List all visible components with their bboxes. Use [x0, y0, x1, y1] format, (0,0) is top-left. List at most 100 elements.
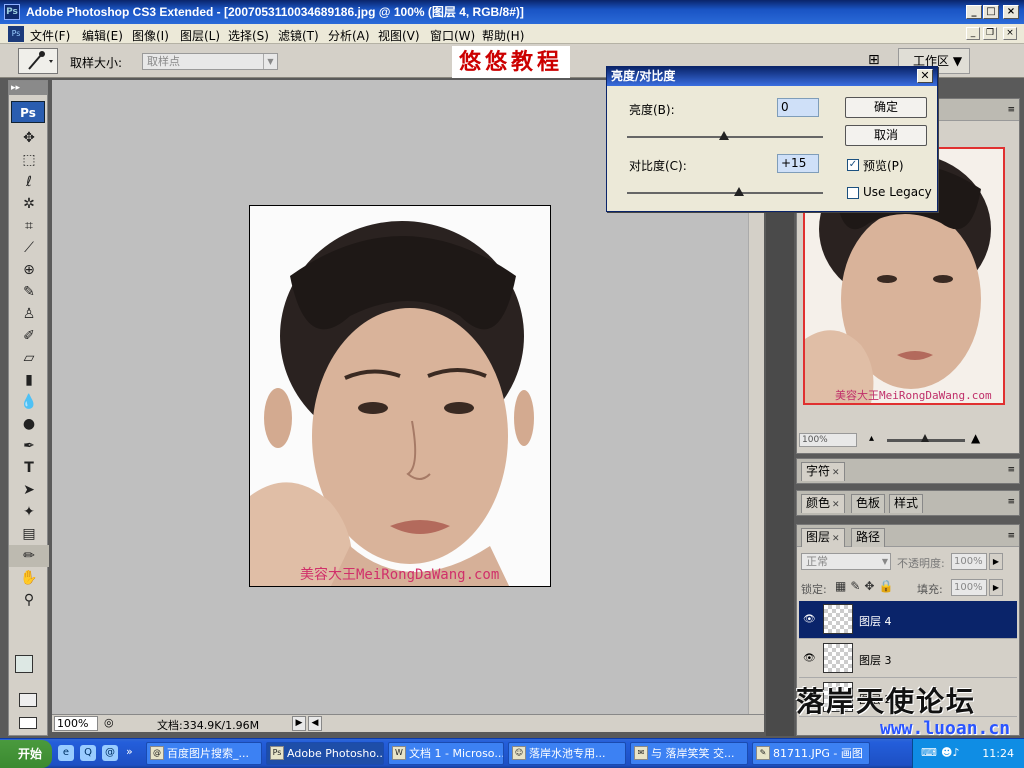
tab-swatches[interactable]: 色板: [851, 494, 886, 513]
cancel-button[interactable]: 取消: [845, 125, 927, 146]
taskbar-item-chat1[interactable]: ☺ 落岸水池专用...: [508, 742, 626, 765]
gradient-tool-icon[interactable]: ▮: [9, 369, 49, 391]
taskbar-item-word[interactable]: W 文档 1 - Microso...: [388, 742, 504, 765]
panel-menu-icon[interactable]: ≡: [1007, 105, 1015, 115]
navigator-slider-knob[interactable]: [921, 434, 929, 442]
dialog-title-bar[interactable]: 亮度/对比度 ✕: [607, 67, 937, 86]
minimize-button[interactable]: _: [966, 5, 982, 19]
ps-document-icon[interactable]: Ps: [8, 26, 24, 42]
dialog-close-button[interactable]: ✕: [917, 69, 933, 83]
layer-row[interactable]: 👁 图层 3: [799, 640, 1017, 678]
browser-icon[interactable]: @: [102, 745, 118, 761]
maximize-button[interactable]: □: [983, 5, 999, 19]
tab-styles[interactable]: 样式: [889, 494, 924, 513]
taskbar-item-photoshop[interactable]: Ps Adobe Photosho...: [266, 742, 384, 765]
doc-close-button[interactable]: ×: [1003, 27, 1017, 40]
pen-tool-icon[interactable]: ✒: [9, 435, 49, 457]
close-button[interactable]: ×: [1003, 5, 1019, 19]
doc-restore-button[interactable]: ❐: [983, 27, 997, 40]
tab-paths[interactable]: 路径: [851, 528, 886, 547]
eye-icon[interactable]: 👁: [803, 614, 816, 625]
crop-tool-icon[interactable]: ⌗: [9, 215, 49, 237]
blur-tool-icon[interactable]: 💧: [9, 391, 49, 413]
status-info-icon[interactable]: ◎: [104, 716, 114, 729]
contrast-slider-knob[interactable]: [734, 187, 744, 196]
close-icon[interactable]: ✕: [832, 500, 840, 510]
blend-mode-select[interactable]: 正常 ▼: [801, 553, 891, 570]
fill-arrow-icon[interactable]: ▶: [989, 579, 1003, 596]
close-icon[interactable]: ✕: [832, 468, 840, 478]
menu-help[interactable]: 帮助(H): [482, 27, 524, 44]
menu-layer[interactable]: 图层(L): [180, 27, 220, 44]
quick-mask-icon[interactable]: [19, 693, 37, 707]
path-select-tool-icon[interactable]: ➤: [9, 479, 49, 501]
menu-window[interactable]: 窗口(W): [430, 27, 475, 44]
qq-icon[interactable]: Q: [80, 745, 96, 761]
taskbar-item-baidu[interactable]: @ 百度图片搜索_...: [146, 742, 262, 765]
notes-tool-icon[interactable]: ▤: [9, 523, 49, 545]
brightness-slider-knob[interactable]: [719, 131, 729, 140]
eyedropper-tool-icon[interactable]: ✏: [9, 545, 49, 567]
navigator-zoom-field[interactable]: 100%: [799, 433, 857, 447]
panel-menu-icon[interactable]: ≡: [1007, 465, 1015, 475]
tab-character[interactable]: 字符 ✕: [801, 462, 845, 481]
panel-menu-icon[interactable]: ≡: [1007, 497, 1015, 507]
tab-layers[interactable]: 图层 ✕: [801, 528, 845, 547]
menu-filter[interactable]: 滤镜(T): [278, 27, 319, 44]
contrast-slider[interactable]: [627, 192, 823, 194]
tray-icons[interactable]: ☻♪: [941, 746, 960, 759]
taskbar-item-paint[interactable]: ✎ 81711.JPG - 画图: [752, 742, 870, 765]
layer-row[interactable]: 👁 图层 4: [799, 601, 1017, 639]
brush-tool-icon[interactable]: ✎: [9, 281, 49, 303]
opacity-arrow-icon[interactable]: ▶: [989, 553, 1003, 570]
menu-analysis[interactable]: 分析(A): [328, 27, 370, 44]
preview-checkbox[interactable]: ✓: [847, 159, 859, 171]
lasso-tool-icon[interactable]: ℓ: [9, 171, 49, 193]
magic-wand-tool-icon[interactable]: ✲: [9, 193, 49, 215]
doc-minimize-button[interactable]: _: [966, 27, 980, 40]
zoom-out-icon[interactable]: ▴: [869, 433, 874, 444]
document-canvas[interactable]: 美容大王MeiRongDaWang.com: [249, 205, 551, 587]
menu-view[interactable]: 视图(V): [378, 27, 420, 44]
quick-launch-more-icon[interactable]: »: [126, 745, 133, 758]
scroll-left-icon[interactable]: ◀: [308, 716, 322, 731]
eyedropper-tool-preset[interactable]: [18, 48, 58, 74]
slice-tool-icon[interactable]: ⟋: [9, 237, 49, 259]
lock-icons[interactable]: ▦✎✥🔒: [835, 579, 897, 593]
menu-select[interactable]: 选择(S): [228, 27, 269, 44]
menu-file[interactable]: 文件(F): [30, 27, 70, 44]
tab-color[interactable]: 颜色 ✕: [801, 494, 845, 513]
hand-tool-icon[interactable]: ✋: [9, 567, 49, 589]
stamp-tool-icon[interactable]: ♙: [9, 303, 49, 325]
close-icon[interactable]: ✕: [832, 534, 840, 544]
keyboard-icon[interactable]: ⌨: [921, 746, 937, 759]
sample-size-select[interactable]: 取样点 ▼: [142, 53, 278, 70]
eye-icon[interactable]: 👁: [803, 653, 816, 664]
zoom-tool-icon[interactable]: ⚲: [9, 589, 49, 611]
zoom-field[interactable]: 100%: [54, 716, 98, 731]
shape-tool-icon[interactable]: ✦: [9, 501, 49, 523]
opacity-field[interactable]: 100%: [951, 553, 987, 570]
zoom-in-icon[interactable]: ▲: [971, 431, 980, 445]
screen-mode-icon[interactable]: [19, 717, 37, 729]
marquee-tool-icon[interactable]: ⬚: [9, 149, 49, 171]
eraser-tool-icon[interactable]: ▱: [9, 347, 49, 369]
brightness-input[interactable]: 0: [777, 98, 819, 117]
start-button[interactable]: 开始: [0, 740, 52, 768]
fill-field[interactable]: 100%: [951, 579, 987, 596]
ps-logo[interactable]: Ps: [11, 101, 45, 123]
taskbar-item-chat2[interactable]: ✉ 与 落岸笑笑 交...: [630, 742, 748, 765]
use-legacy-checkbox[interactable]: [847, 187, 859, 199]
history-brush-tool-icon[interactable]: ✐: [9, 325, 49, 347]
menu-image[interactable]: 图像(I): [132, 27, 169, 44]
healing-tool-icon[interactable]: ⊕: [9, 259, 49, 281]
foreground-color-swatch[interactable]: [15, 655, 33, 673]
ok-button[interactable]: 确定: [845, 97, 927, 118]
contrast-input[interactable]: +15: [777, 154, 819, 173]
menu-edit[interactable]: 编辑(E): [82, 27, 123, 44]
dodge-tool-icon[interactable]: ●: [9, 413, 49, 435]
toolbox-header[interactable]: ▸▸: [9, 81, 47, 95]
status-menu-arrow-icon[interactable]: ▶: [292, 716, 306, 731]
move-tool-icon[interactable]: ✥: [9, 127, 49, 149]
type-tool-icon[interactable]: T: [9, 457, 49, 479]
